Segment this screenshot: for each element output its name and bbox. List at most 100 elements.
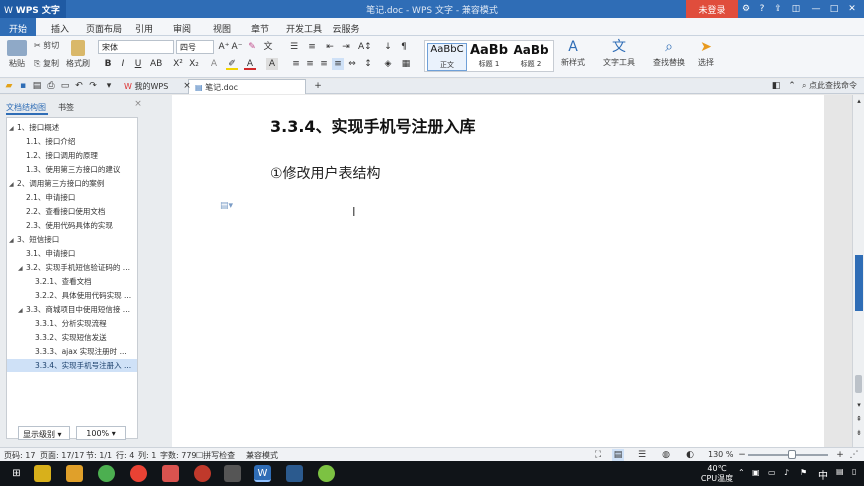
strikethrough-icon[interactable]: AB bbox=[150, 58, 162, 70]
shading-icon[interactable]: ◈ bbox=[382, 58, 394, 70]
close-tab-icon[interactable]: × bbox=[181, 80, 193, 92]
section-heading[interactable]: 3.3.4、实现手机号注册入库 bbox=[270, 113, 476, 137]
tab-review[interactable]: 审阅 bbox=[166, 18, 198, 36]
login-button[interactable]: 未登录 bbox=[686, 0, 738, 18]
grow-font-icon[interactable]: A⁺ bbox=[218, 41, 230, 53]
export-pdf-icon[interactable]: ▤ bbox=[31, 80, 43, 92]
print-icon[interactable]: ⎙ bbox=[45, 80, 57, 92]
tab-cloud[interactable]: 云服务 bbox=[328, 18, 364, 36]
align-right-icon[interactable]: ≡ bbox=[318, 58, 330, 70]
app-icon-5[interactable] bbox=[224, 465, 241, 482]
tab-home[interactable]: 开始 bbox=[0, 18, 36, 36]
font-size-select[interactable]: 四号 bbox=[176, 40, 214, 54]
outline-item[interactable]: 3.3.2、实现短信发送 bbox=[7, 331, 137, 344]
outline-item[interactable]: 2.2、查看接口使用文档 bbox=[7, 205, 137, 218]
zoom-out-icon[interactable]: − bbox=[736, 449, 748, 461]
collapse-ribbon-icon[interactable]: ⌃ bbox=[786, 80, 798, 92]
scroll-thumb[interactable] bbox=[855, 375, 862, 393]
ime-indicator[interactable]: 中 bbox=[818, 467, 828, 482]
highlight-icon[interactable]: ✐ bbox=[226, 58, 238, 70]
collapse-caret-icon[interactable]: ◢ bbox=[18, 304, 26, 316]
app-icon-2[interactable] bbox=[98, 465, 115, 482]
scroll-down-icon[interactable]: ▾ bbox=[853, 399, 864, 411]
text-effect-icon[interactable]: A bbox=[208, 58, 220, 70]
redo-icon[interactable]: ↷ bbox=[87, 80, 99, 92]
outline-item[interactable]: 2.1、申请接口 bbox=[7, 191, 137, 204]
text-direction-icon[interactable]: A↕ bbox=[358, 41, 372, 53]
font-name-select[interactable]: 宋体 bbox=[98, 40, 174, 54]
bold-icon[interactable]: B bbox=[102, 58, 114, 70]
display-level-select[interactable]: 显示级别 ▾ bbox=[18, 426, 70, 440]
sort-icon[interactable]: ↓ bbox=[382, 41, 394, 53]
tray-app-icon[interactable]: ▣ bbox=[752, 468, 760, 477]
eye-protection-icon[interactable]: ◐ bbox=[684, 449, 696, 461]
outline-item[interactable]: ◢ 2、调用第三方接口的案例 bbox=[7, 177, 137, 190]
outline-item[interactable]: 3.2.1、查看文档 bbox=[7, 275, 137, 288]
vertical-scrollbar[interactable]: ▴ ▾ ⇞ ⇟ bbox=[852, 95, 864, 447]
settings-icon[interactable]: ⚙ bbox=[740, 3, 752, 15]
save-icon[interactable]: ▪ bbox=[17, 80, 29, 92]
chrome-icon[interactable] bbox=[130, 465, 147, 482]
outline-item[interactable]: 1.2、接口调用的原理 bbox=[7, 149, 137, 162]
format-painter-button[interactable]: 格式刷 bbox=[64, 40, 92, 69]
superscript-icon[interactable]: X² bbox=[172, 58, 184, 70]
tab-document[interactable]: ▤ 笔记.doc bbox=[188, 79, 306, 94]
line-spacing-icon[interactable]: ↕ bbox=[362, 58, 374, 70]
collapse-caret-icon[interactable]: ◢ bbox=[9, 122, 17, 134]
find-replace-button[interactable]: ⌕ 查找替换 bbox=[648, 39, 690, 68]
app-icon-4[interactable] bbox=[194, 465, 211, 482]
spell-check-button[interactable]: ☐拼写检查 bbox=[196, 450, 235, 461]
collapse-caret-icon[interactable]: ◢ bbox=[9, 234, 17, 246]
style-normal[interactable]: AaBbC 正文 bbox=[427, 43, 467, 71]
app-icon-3[interactable] bbox=[162, 465, 179, 482]
zoom-in-icon[interactable]: + bbox=[834, 449, 846, 461]
web-view-icon[interactable]: ◍ bbox=[660, 449, 672, 461]
style-heading-2[interactable]: AaBb 标题 2 bbox=[511, 43, 551, 71]
open-folder-icon[interactable]: ▰ bbox=[3, 80, 15, 92]
read-mode-icon[interactable]: ◧ bbox=[770, 80, 782, 92]
outline-item[interactable]: 1.3、使用第三方接口的建议 bbox=[7, 163, 137, 176]
tab-references[interactable]: 引用 bbox=[128, 18, 160, 36]
tab-page-layout[interactable]: 页面布局 bbox=[82, 18, 126, 36]
document-page[interactable]: 3.3.4、实现手机号注册入库 ①修改用户表结构 ▤▾ I bbox=[172, 95, 824, 447]
customize-toolbar-icon[interactable]: ▾ bbox=[103, 80, 115, 92]
paste-button[interactable]: 粘贴 bbox=[4, 40, 30, 69]
increase-indent-icon[interactable]: ⇥ bbox=[340, 41, 352, 53]
clear-format-icon[interactable]: ✎ bbox=[246, 41, 258, 53]
align-center-icon[interactable]: ≡ bbox=[304, 58, 316, 70]
outline-item[interactable]: 3.1、申请接口 bbox=[7, 247, 137, 260]
text-tools-button[interactable]: 文 文字工具 bbox=[598, 39, 640, 68]
full-screen-icon[interactable]: ⛶ bbox=[592, 449, 604, 461]
wps-writer-icon[interactable]: W bbox=[254, 465, 271, 482]
outline-view-icon[interactable]: ☰ bbox=[636, 449, 648, 461]
italic-icon[interactable]: I bbox=[117, 58, 129, 70]
zoom-level[interactable]: 130 % bbox=[708, 450, 733, 459]
outline-item[interactable]: 3.3.1、分析实现流程 bbox=[7, 317, 137, 330]
collapse-caret-icon[interactable]: ◢ bbox=[18, 262, 26, 274]
new-tab-icon[interactable]: + bbox=[312, 80, 324, 92]
shrink-font-icon[interactable]: A⁻ bbox=[231, 41, 243, 53]
speaker-icon[interactable]: ♪ bbox=[784, 468, 789, 477]
outline-item[interactable]: ◢ 3、短信接口 bbox=[7, 233, 137, 246]
outline-item[interactable]: 3.3.4、实现手机号注册入 ... bbox=[7, 359, 137, 372]
page-view-icon[interactable]: ▤ bbox=[612, 449, 624, 461]
cpu-temperature[interactable]: 40℃ CPU温度 bbox=[700, 464, 734, 484]
app-icon-7[interactable] bbox=[318, 465, 335, 482]
tray-expand-icon[interactable]: ⌃ bbox=[738, 468, 745, 477]
maximize-icon[interactable]: □ bbox=[828, 3, 840, 15]
phonetic-icon[interactable]: 文 bbox=[262, 41, 274, 53]
align-left-icon[interactable]: ≡ bbox=[290, 58, 302, 70]
file-explorer-icon[interactable] bbox=[66, 465, 83, 482]
tab-insert[interactable]: 插入 bbox=[42, 18, 78, 36]
tab-chapter[interactable]: 章节 bbox=[244, 18, 276, 36]
outline-item[interactable]: ◢ 3.3、商城项目中使用短信接 ... bbox=[7, 303, 137, 316]
new-style-button[interactable]: A 新样式 bbox=[556, 39, 590, 68]
outline-item[interactable]: 2.3、使用代码具体的实现 bbox=[7, 219, 137, 232]
font-color-icon[interactable]: A bbox=[244, 58, 256, 70]
bullets-icon[interactable]: ☰ bbox=[288, 41, 300, 53]
outline-item[interactable]: 3.3.3、ajax 实现注册时 ... bbox=[7, 345, 137, 358]
char-shading-icon[interactable]: A bbox=[266, 58, 278, 70]
body-paragraph[interactable]: ①修改用户表结构 bbox=[270, 163, 381, 183]
undo-icon[interactable]: ↶ bbox=[73, 80, 85, 92]
show-marks-icon[interactable]: ¶ bbox=[398, 41, 410, 53]
